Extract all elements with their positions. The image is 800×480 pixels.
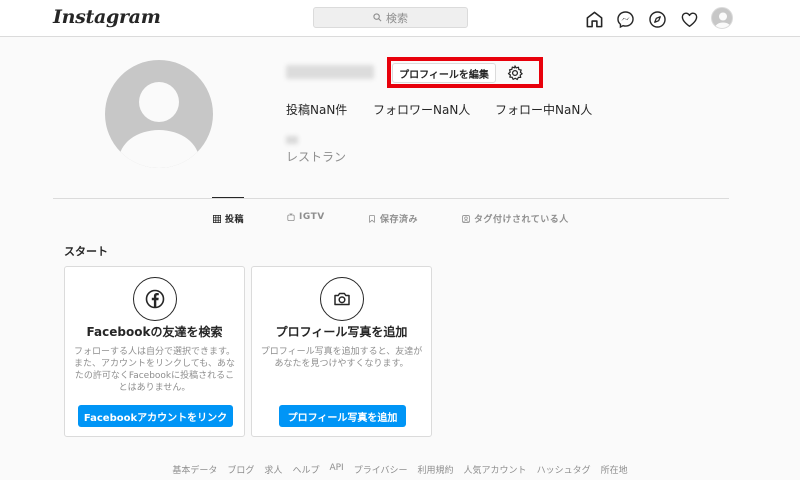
tagged-person-icon (462, 214, 470, 223)
profile-avatar-button[interactable] (711, 7, 733, 29)
gear-icon (507, 65, 523, 81)
search-input[interactable]: 検索 (313, 7, 468, 28)
footer-link-about[interactable]: 基本データ (172, 463, 217, 476)
options-button[interactable] (505, 63, 525, 83)
camera-icon (334, 292, 350, 306)
messenger-button[interactable] (614, 8, 636, 30)
active-tab-indicator (212, 197, 244, 198)
following-count[interactable]: フォロー中NaN人 (495, 101, 592, 118)
compass-icon (648, 10, 666, 28)
facebook-icon (145, 289, 165, 309)
bookmark-icon (369, 214, 375, 223)
tab-igtv[interactable]: IGTV (287, 212, 325, 222)
footer-link-privacy[interactable]: プライバシー (354, 463, 408, 476)
tab-divider (53, 198, 729, 199)
grid-icon (213, 214, 221, 223)
find-facebook-friends-card: Facebookの友達を検索 フォローする人は自分で選択できます。また、アカウン… (64, 266, 245, 437)
search-placeholder: 検索 (386, 11, 408, 25)
followers-count[interactable]: フォロワーNaN人 (373, 101, 470, 118)
top-nav-bar: Instagram 検索 (0, 0, 800, 37)
posts-count: 投稿NaN件 (286, 103, 348, 117)
profile-photo[interactable] (105, 60, 213, 168)
search-icon (373, 13, 382, 22)
home-icon (586, 11, 602, 27)
footer-link-locations[interactable]: 所在地 (601, 463, 628, 476)
igtv-icon (287, 213, 295, 221)
tab-label: 保存済み (380, 215, 419, 225)
avatar-placeholder-body (119, 130, 199, 168)
profile-username: instaprofile (286, 65, 374, 79)
tab-tagged[interactable]: タグ付けされている人 (462, 212, 569, 225)
footer-links: 基本データ ブログ 求人 ヘルプ API プライバシー 利用規約 人気アカウント… (0, 463, 800, 476)
facebook-icon-circle (133, 277, 177, 321)
explore-button[interactable] (646, 8, 668, 30)
footer-link-top-accounts[interactable]: 人気アカウント (464, 463, 527, 476)
footer-link-api[interactable]: API (329, 463, 343, 476)
avatar-placeholder-head (139, 82, 179, 122)
footer-link-hashtags[interactable]: ハッシュタグ (537, 463, 591, 476)
card-title: Facebookの友達を検索 (86, 325, 223, 339)
card-description: フォローする人は自分で選択できます。また、アカウントをリンクしても、あなたの許可… (73, 347, 236, 393)
tab-label: タグ付けされている人 (474, 215, 569, 225)
home-button[interactable] (583, 8, 605, 30)
edit-profile-button[interactable]: プロフィールを編集 (392, 63, 496, 83)
tab-label: IGTV (299, 212, 325, 222)
tab-saved[interactable]: 保存済み (368, 212, 418, 225)
link-facebook-account-button[interactable]: Facebookアカウントをリンク (78, 405, 233, 427)
heart-icon (681, 11, 697, 27)
activity-button[interactable] (678, 8, 700, 30)
card-title: プロフィール写真を追加 (275, 325, 408, 339)
footer-link-blog[interactable]: ブログ (227, 463, 254, 476)
default-avatar-icon (715, 12, 731, 28)
footer-link-terms[interactable]: 利用規約 (418, 463, 454, 476)
card-description: プロフィール写真を追加すると、友達があなたを見つけやすくなります。 (260, 347, 423, 369)
profile-category: レストラン (286, 150, 347, 164)
camera-icon-circle (320, 277, 364, 321)
add-profile-photo-card: プロフィール写真を追加 プロフィール写真を追加すると、友達があなたを見つけやすく… (251, 266, 432, 437)
messenger-icon (616, 10, 634, 28)
profile-fullname: ab (286, 136, 298, 144)
add-profile-photo-button[interactable]: プロフィール写真を追加 (279, 405, 406, 427)
tab-posts[interactable]: 投稿 (213, 212, 244, 225)
tab-label: 投稿 (225, 215, 245, 225)
instagram-logo[interactable]: Instagram (53, 6, 161, 28)
footer-link-help[interactable]: ヘルプ (292, 463, 319, 476)
start-section-title: スタート (64, 245, 108, 258)
footer-link-jobs[interactable]: 求人 (264, 463, 282, 476)
